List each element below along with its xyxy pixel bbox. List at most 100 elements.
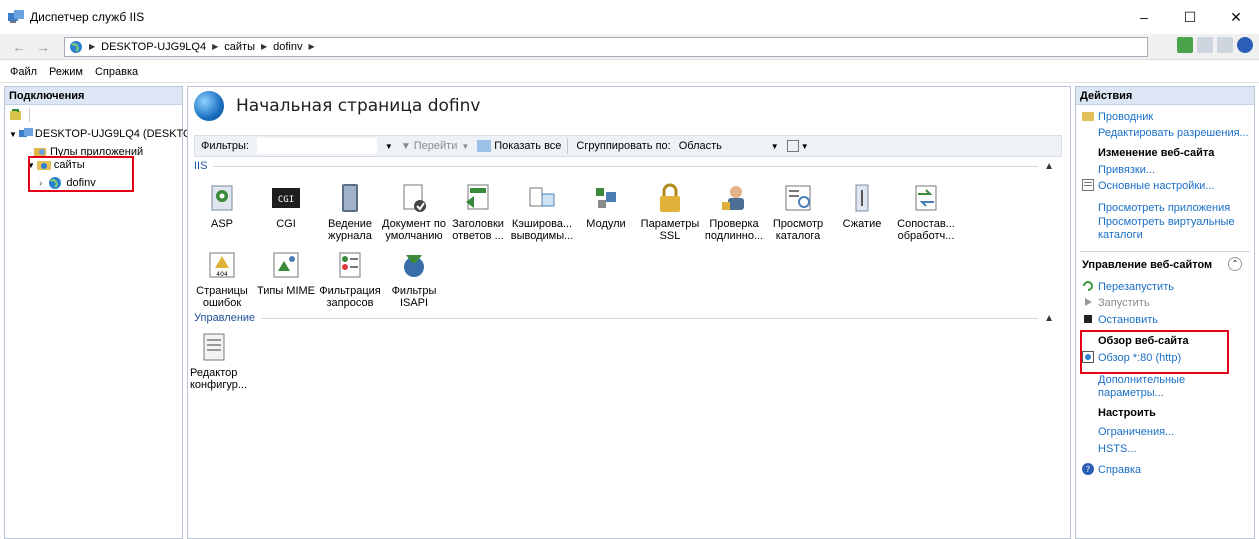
tree-server[interactable]: ▼ DESKTOP-UJG9LQ4 (DESKTOP xyxy=(9,128,199,140)
help-link[interactable]: Справка xyxy=(1098,464,1141,477)
highlight-box xyxy=(28,156,134,192)
maximize-button[interactable]: ☐ xyxy=(1167,0,1213,34)
feature-response-headers[interactable]: Заголовки ответов ... xyxy=(446,182,510,242)
stop-link[interactable]: Остановить xyxy=(1098,314,1158,327)
features-panel: Начальная страница dofinv Фильтры: ▼ ▼ П… xyxy=(187,86,1071,539)
feature-compression[interactable]: Сжатие xyxy=(830,182,894,230)
window-title: Диспетчер служб IIS xyxy=(30,10,145,24)
breadcrumb-sites[interactable]: сайты xyxy=(224,41,255,53)
page-title: Начальная страница dofinv xyxy=(236,96,481,116)
feature-logging[interactable]: Ведение журнала xyxy=(318,182,382,242)
feature-error-pages[interactable]: 404 Страницы ошибок xyxy=(190,249,254,309)
breadcrumb-server[interactable]: DESKTOP-UJG9LQ4 xyxy=(101,41,206,53)
svg-text:?: ? xyxy=(1086,465,1090,474)
response-headers-icon xyxy=(462,182,494,214)
error-pages-icon: 404 xyxy=(206,249,238,281)
breadcrumb-separator-icon: ▶ xyxy=(212,42,219,51)
expand-chevron-icon[interactable]: ▼ xyxy=(9,130,17,139)
filter-dropdown-icon[interactable]: ▼ xyxy=(385,142,393,151)
svg-text:404: 404 xyxy=(216,271,228,278)
feature-config-editor[interactable]: Редактор конфигур... xyxy=(190,331,254,391)
minimize-button[interactable]: – xyxy=(1121,0,1167,34)
explore-link[interactable]: Проводник xyxy=(1098,111,1153,124)
cgi-icon: CGI xyxy=(270,182,302,214)
collapse-chevron-icon[interactable]: ▲ xyxy=(1044,161,1054,172)
feature-output-caching[interactable]: Кэширова... выводимы... xyxy=(510,182,574,242)
divider xyxy=(1080,251,1250,252)
ssl-icon xyxy=(654,182,686,214)
go-button[interactable]: ▼ Перейти ▼ xyxy=(401,140,469,152)
feature-asp[interactable]: ASP xyxy=(190,182,254,230)
basic-settings-icon xyxy=(1082,179,1094,191)
collapse-section-icon[interactable]: ⌃ xyxy=(1228,257,1242,271)
mail-icon[interactable] xyxy=(1197,37,1213,53)
filter-bar: Фильтры: ▼ ▼ Перейти ▼ Показать все Сгру… xyxy=(194,135,1062,157)
breadcrumb-site[interactable]: dofinv xyxy=(273,41,302,53)
feature-label: Кэширова... выводимы... xyxy=(510,218,574,242)
view-mode-button[interactable]: ▼ xyxy=(786,140,809,152)
feature-cgi[interactable]: CGI CGI xyxy=(254,182,318,230)
feature-ssl[interactable]: Параметры SSL xyxy=(638,182,702,242)
group-iis[interactable]: IIS ▲ xyxy=(194,160,1054,172)
start-icon xyxy=(1085,298,1092,306)
feature-label: Типы MIME xyxy=(256,285,316,297)
connect-icon[interactable] xyxy=(1177,37,1193,53)
stop-icon xyxy=(1084,315,1092,323)
hsts-link[interactable]: HSTS... xyxy=(1098,443,1137,456)
breadcrumb-separator-icon: ▶ xyxy=(89,42,96,51)
restart-icon xyxy=(1083,281,1093,291)
connections-header: Подключения xyxy=(5,87,182,105)
feature-label: Сжатие xyxy=(842,218,882,230)
svg-text:CGI: CGI xyxy=(278,195,294,205)
iis-manager-icon xyxy=(8,10,24,23)
feature-mime-types[interactable]: Типы MIME xyxy=(254,249,318,297)
group-by-select[interactable]: Область ▼ xyxy=(679,140,779,152)
feature-authentication[interactable]: Проверка подлинно... xyxy=(702,182,766,242)
asp-icon xyxy=(206,182,238,214)
feature-modules[interactable]: Модули xyxy=(574,182,638,230)
breadcrumb[interactable]: ▶ DESKTOP-UJG9LQ4 ▶ сайты ▶ dofinv ▶ xyxy=(64,36,1148,57)
feature-label: Проверка подлинно... xyxy=(704,218,764,242)
menu-view[interactable]: Режим xyxy=(49,66,83,78)
basic-settings-link[interactable]: Основные настройки... xyxy=(1098,180,1214,193)
restart-link[interactable]: Перезапустить xyxy=(1098,281,1174,294)
connections-panel: Подключения ▼ DESKTOP-UJG9LQ4 (DESKTOP П… xyxy=(4,86,199,539)
edit-permissions-link[interactable]: Редактировать разрешения... xyxy=(1098,127,1249,140)
feature-label: Редактор конфигур... xyxy=(190,367,247,391)
create-connection-icon[interactable] xyxy=(9,108,23,122)
feature-label: Сопостав... обработч... xyxy=(897,218,955,242)
modules-icon xyxy=(590,182,622,214)
close-button[interactable]: ✕ xyxy=(1213,0,1259,34)
group-management[interactable]: Управление ▲ xyxy=(194,312,1054,324)
home-icon[interactable] xyxy=(1217,37,1233,53)
view-applications-link[interactable]: Просмотреть приложения xyxy=(1098,202,1230,215)
bindings-link[interactable]: Привязки... xyxy=(1098,164,1155,177)
tree-server-label: DESKTOP-UJG9LQ4 (DESKTOP xyxy=(34,128,199,140)
filter-input[interactable] xyxy=(256,138,377,154)
directory-browsing-icon xyxy=(782,182,814,214)
start-link[interactable]: Запустить xyxy=(1098,297,1150,310)
show-all-button[interactable]: Показать все xyxy=(477,140,561,152)
help-icon[interactable] xyxy=(1237,37,1253,53)
feature-default-document[interactable]: Документ по умолчанию xyxy=(382,182,446,242)
view-icon xyxy=(786,140,799,152)
view-virtual-dirs-link[interactable]: Просмотреть виртуальные каталоги xyxy=(1098,216,1235,242)
address-bar: ← → ▶ DESKTOP-UJG9LQ4 ▶ сайты ▶ dofinv ▶ xyxy=(0,34,1259,60)
feature-label: Параметры SSL xyxy=(640,218,700,242)
group-management-label: Управление xyxy=(194,312,256,324)
show-all-icon xyxy=(477,140,492,152)
feature-directory-browsing[interactable]: Просмотр каталога xyxy=(766,182,830,242)
collapse-chevron-icon[interactable]: ▲ xyxy=(1044,313,1054,324)
feature-label: Ведение журнала xyxy=(327,218,373,242)
menu-help[interactable]: Справка xyxy=(95,66,138,78)
feature-handler-mappings[interactable]: Сопостав... обработч... xyxy=(894,182,958,242)
limits-link[interactable]: Ограничения... xyxy=(1098,426,1174,439)
help-icon: ? xyxy=(1082,463,1094,475)
advanced-settings-link[interactable]: Дополнительные параметры... xyxy=(1098,374,1185,400)
feature-isapi-filters[interactable]: Фильтры ISAPI xyxy=(382,249,446,309)
forward-button[interactable]: → xyxy=(28,36,58,58)
menu-file[interactable]: Файл xyxy=(10,66,37,78)
dropdown-arrow-icon: ▼ xyxy=(770,141,779,151)
edit-site-heading: Изменение веб-сайта xyxy=(1098,147,1215,159)
feature-request-filtering[interactable]: Фильтрация запросов xyxy=(318,249,382,309)
